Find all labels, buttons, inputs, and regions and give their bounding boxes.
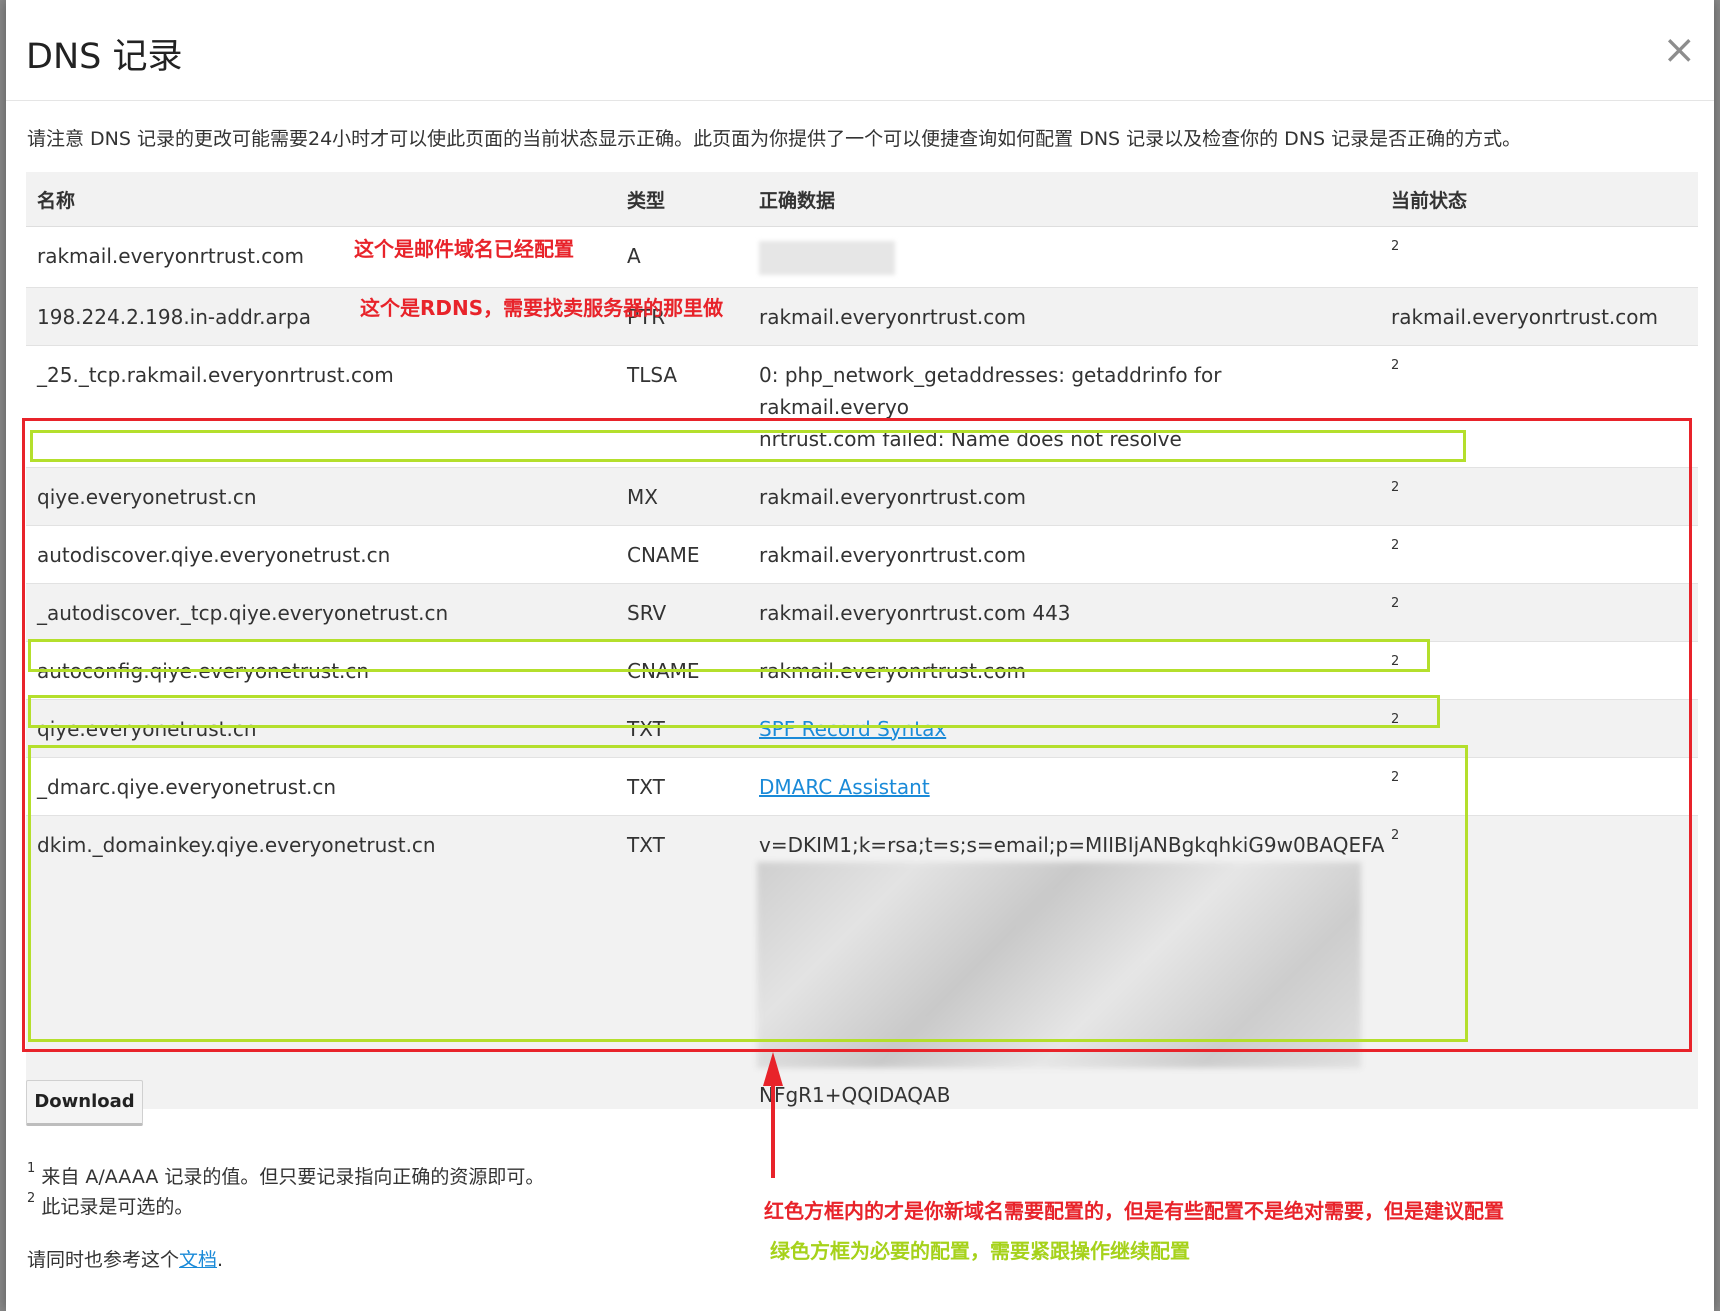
redacted-ip [759, 240, 895, 275]
notice-text: 请注意 DNS 记录的更改可能需要24小时才可以使此页面的当前状态显示正确。此页… [27, 128, 1522, 150]
modal-title: DNS 记录 [26, 37, 183, 77]
green-highlight-box-mx [30, 430, 1466, 462]
footnote-mark: 1 [27, 1161, 36, 1176]
footnote-text: 来自 A/AAAA 记录的值。但只要记录指向正确的资源即可。 [41, 1166, 545, 1188]
footnote-mark: 2 [27, 1191, 36, 1206]
docs-suffix: . [217, 1249, 224, 1271]
table-row: rakmail.everyonrtrust.com A 2 [26, 226, 1698, 287]
record-status: rakmail.everyonrtrust.com [1380, 286, 1698, 345]
close-icon[interactable]: × [1662, 30, 1696, 70]
footnote-text: 此记录是可选的。 [41, 1196, 194, 1218]
modal-header: DNS 记录 × [6, 0, 1714, 101]
green-highlight-box-dmarc [28, 695, 1440, 728]
download-button[interactable]: Download [26, 1080, 143, 1126]
record-data-line: 0: php_network_getaddresses: getaddrinfo… [759, 362, 1222, 419]
header-correct-data: 正确数据 [748, 172, 1380, 227]
docs-prefix: 请同时也参考这个 [27, 1249, 180, 1271]
record-status: 2 [1380, 226, 1698, 287]
record-data: rakmail.everyonrtrust.com [748, 286, 1380, 345]
annotation-a-record: 这个是邮件域名已经配置 [354, 237, 574, 261]
footnote-2: 2 此记录是可选的。 [27, 1192, 193, 1219]
record-data [748, 226, 1380, 287]
annotation-green-box-note: 绿色方框为必要的配置，需要紧跟操作继续配置 [770, 1239, 1190, 1263]
header-name: 名称 [26, 172, 616, 227]
table-header-row: 名称 类型 正确数据 当前状态 [26, 172, 1698, 227]
docs-reference: 请同时也参考这个文档. [27, 1245, 223, 1272]
footnote-ref: 2 [1391, 357, 1400, 373]
record-type: A [616, 226, 748, 287]
annotation-rdns: 这个是RDNS，需要找卖服务器的那里做 [360, 296, 724, 320]
header-current-status: 当前状态 [1380, 172, 1698, 227]
annotation-red-box-note: 红色方框内的才是你新域名需要配置的，但是有些配置不是绝对需要，但是建议配置 [764, 1199, 1504, 1223]
green-highlight-box-dkim [28, 745, 1468, 1042]
footnote-1: 1 来自 A/AAAA 记录的值。但只要记录指向正确的资源即可。 [27, 1162, 544, 1189]
arrow-up-icon [763, 1052, 783, 1178]
table-row: 198.224.2.198.in-addr.arpa PTR rakmail.e… [26, 286, 1698, 345]
green-highlight-box-spf [28, 639, 1430, 672]
docs-link[interactable]: 文档 [179, 1249, 217, 1271]
footnote-ref: 2 [1391, 239, 1400, 254]
header-type: 类型 [616, 172, 748, 227]
